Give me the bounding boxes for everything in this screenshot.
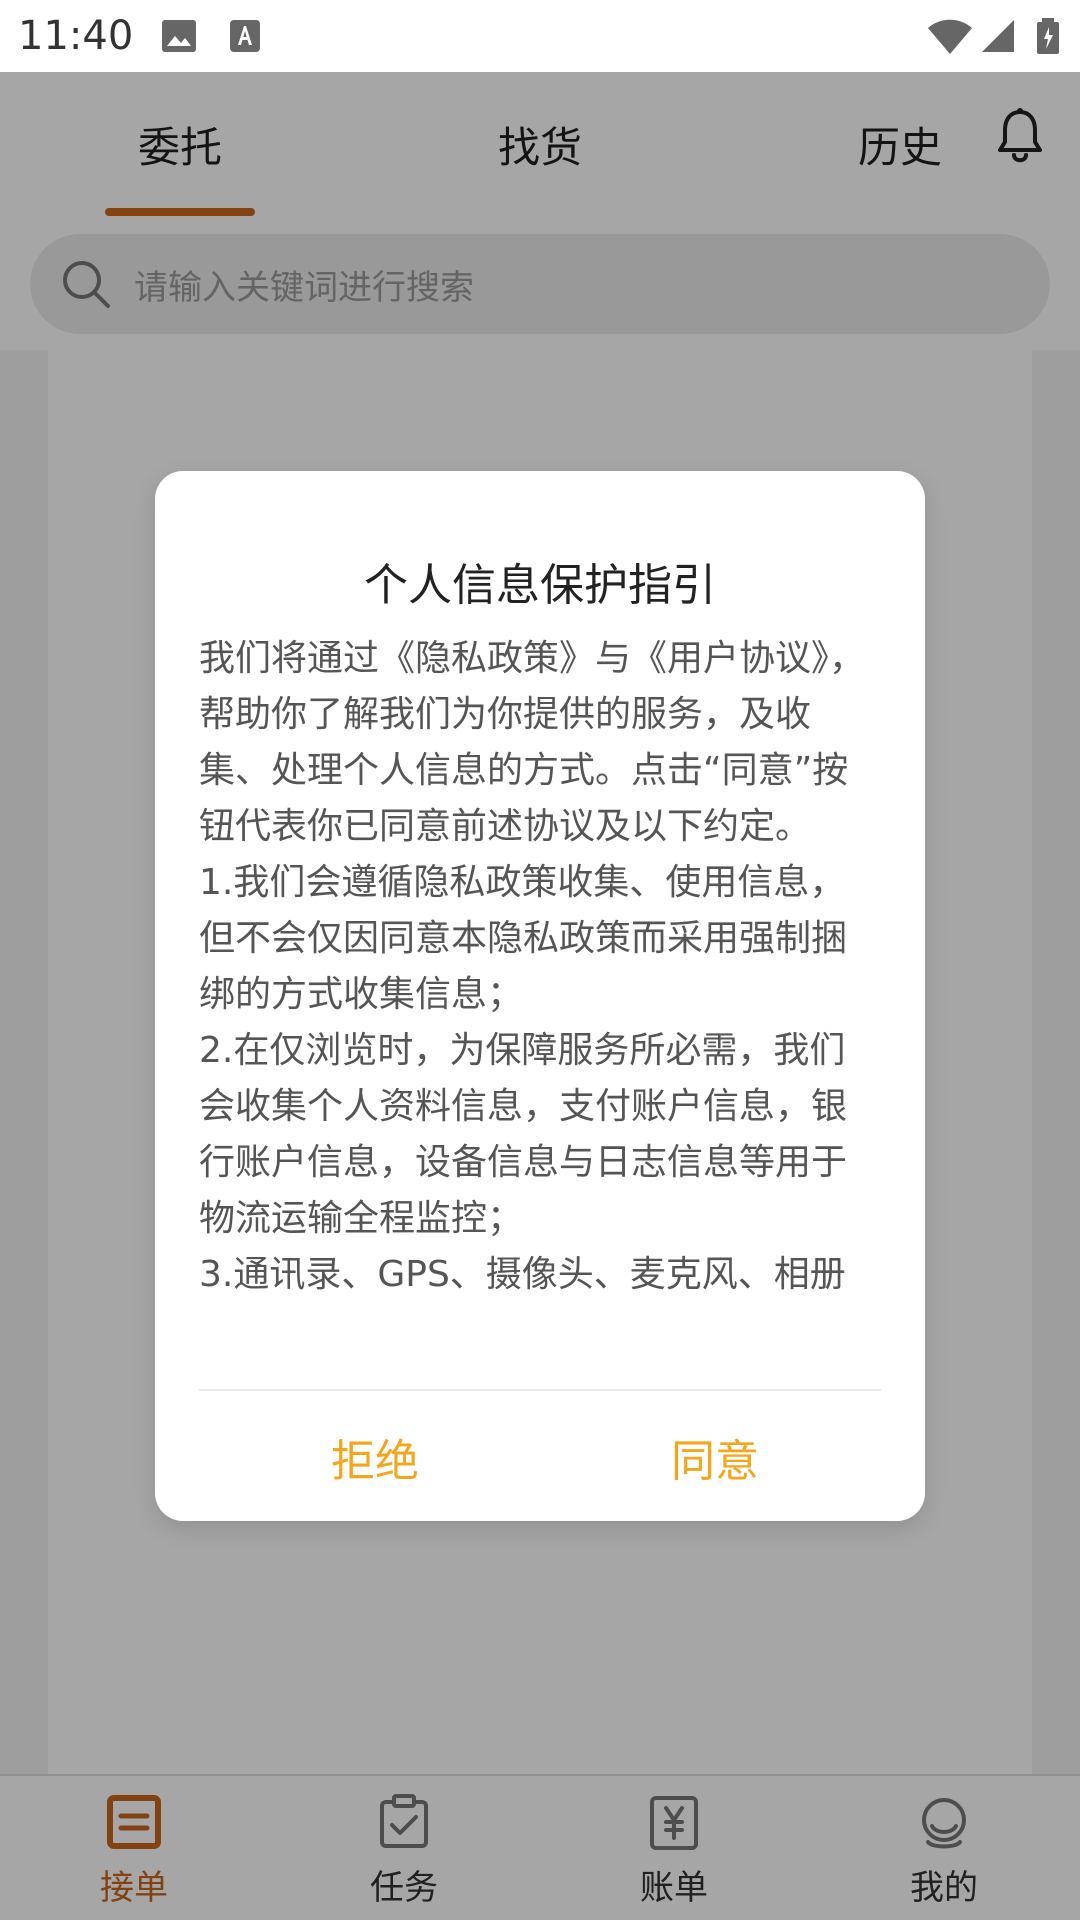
status-time: 11:40 [18, 13, 134, 59]
battery-icon [1037, 18, 1059, 54]
dialog-divider [199, 1389, 881, 1391]
privacy-dialog: 个人信息保护指引 我们将通过《隐私政策》与《用户协议》，帮助你了解我们为你提供的… [155, 471, 925, 1521]
signal-icon [982, 20, 1014, 52]
text-notification-icon [230, 20, 260, 52]
dialog-body-text[interactable]: 我们将通过《隐私政策》与《用户协议》，帮助你了解我们为你提供的服务，及收集、处理… [199, 631, 881, 1361]
wifi-icon [928, 19, 972, 54]
image-notification-icon [162, 20, 196, 52]
status-bar: 11:40 [0, 0, 1080, 72]
dialog-title: 个人信息保护指引 [364, 560, 716, 611]
agree-button[interactable]: 同意 [565, 1425, 865, 1489]
reject-button[interactable]: 拒绝 [225, 1425, 525, 1489]
